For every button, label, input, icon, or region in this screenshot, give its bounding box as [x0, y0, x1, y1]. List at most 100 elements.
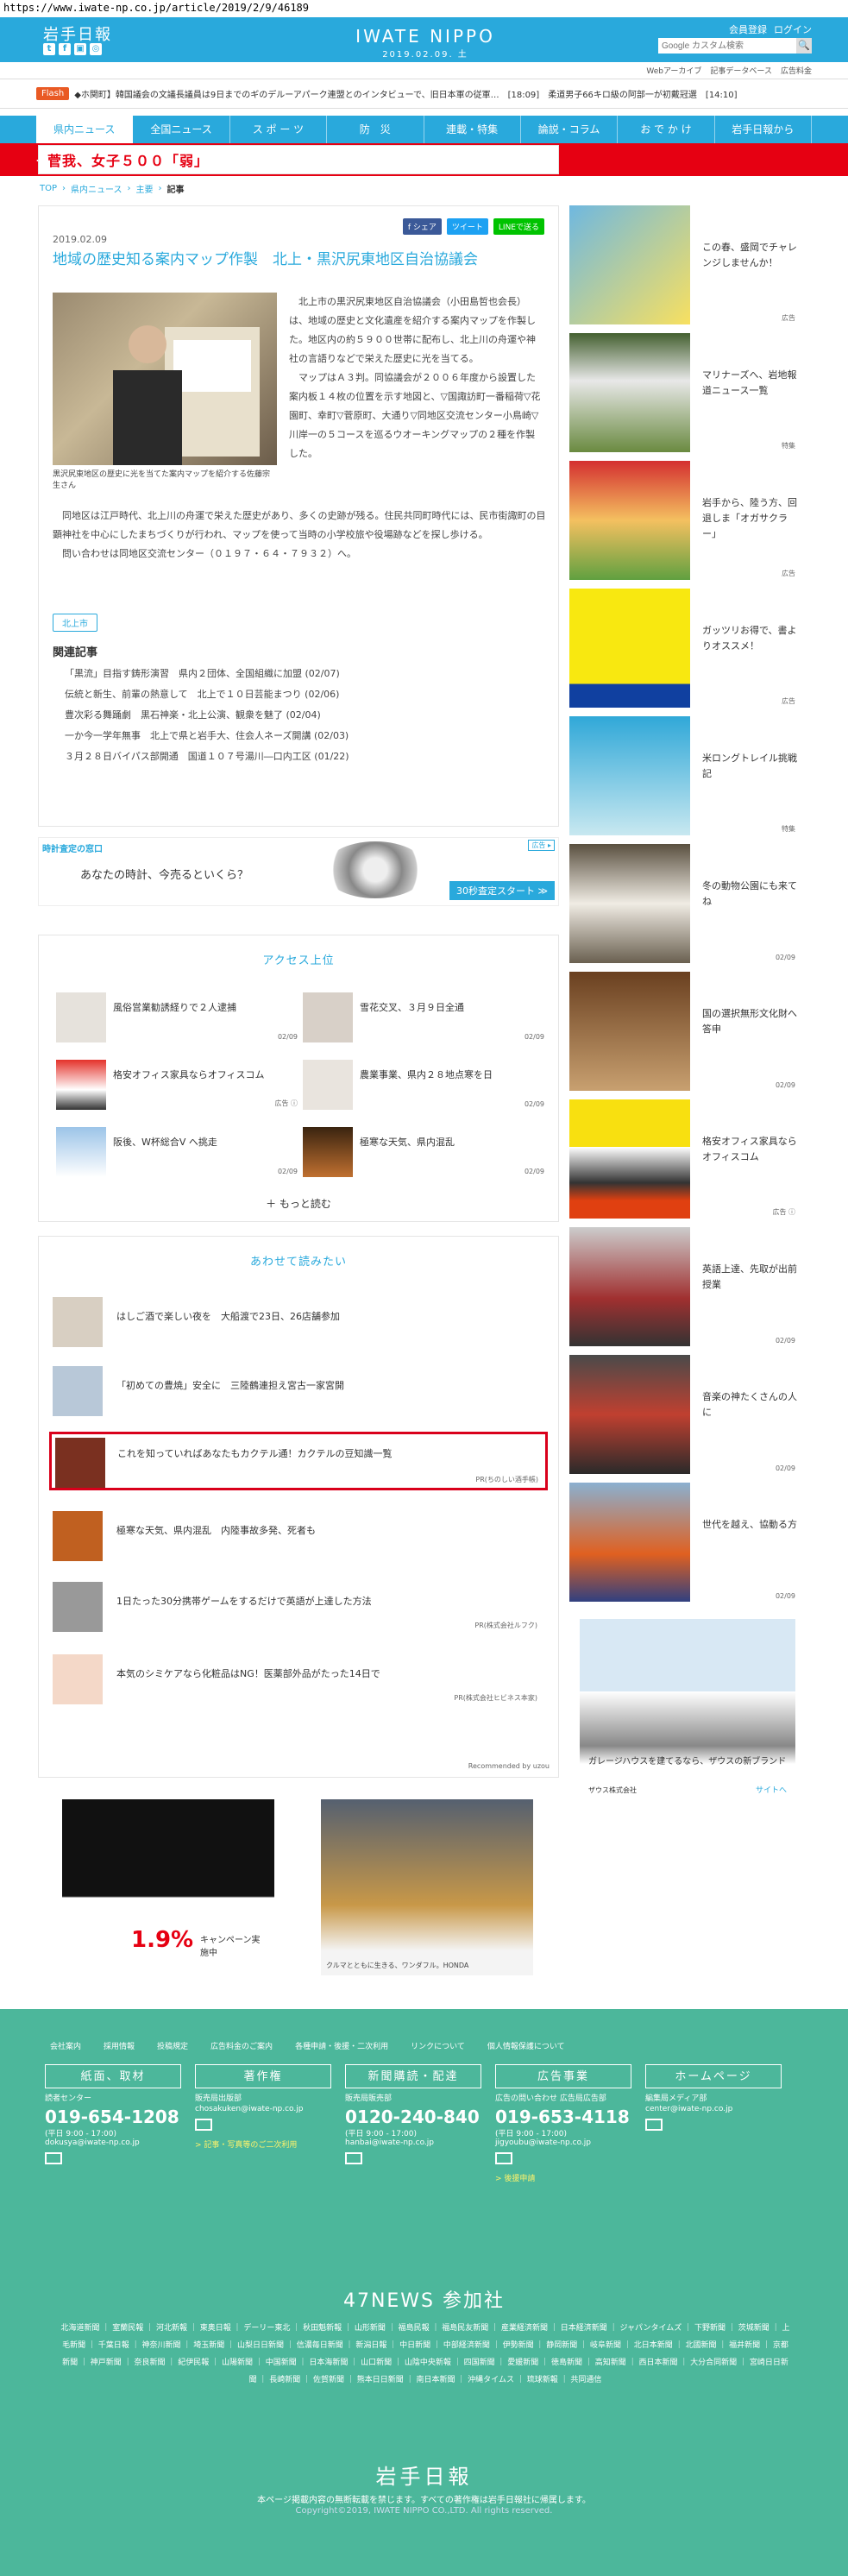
side-ad-link[interactable]: サイトへ: [756, 1784, 787, 1795]
footer-col-link[interactable]: > 後援申請: [495, 2172, 631, 2183]
footer-link[interactable]: リンクについて: [411, 2040, 465, 2051]
subnav-adrates[interactable]: 広告料金: [781, 65, 812, 76]
side-ad-text: ガレージハウスを建てるなら、ザウスの新ブランド: [588, 1757, 787, 1767]
member-papers[interactable]: 北海道新聞 ｜ 室蘭民報 ｜ 河北新報 ｜ 東奥日報 ｜ デーリー東北 ｜ 秋田…: [59, 2320, 792, 2389]
footer-link[interactable]: 各種申請・後援・二次利用: [295, 2040, 388, 2051]
subnav-archive[interactable]: Webアーカイブ: [646, 65, 701, 76]
side-item[interactable]: この春、盛岡でチャレンジしませんか！ 広告: [569, 205, 799, 326]
article-tag[interactable]: 北上市: [53, 614, 97, 632]
watch-ad-banner[interactable]: 時計査定の窓口 広告 ▸ あなたの時計、今売るといくら？ 30秒査定スタート ≫: [38, 837, 559, 906]
login-link[interactable]: ログイン: [774, 22, 812, 36]
footer-link[interactable]: 個人情報保護について: [487, 2040, 565, 2051]
side-item[interactable]: ガッツリお得で、書よりオススメ！ 広告: [569, 589, 799, 709]
article-photo[interactable]: [53, 293, 277, 465]
rank-thumb: [56, 1127, 106, 1177]
side-item[interactable]: 英語上達、先取が出前授業 02/09: [569, 1227, 799, 1348]
side-item[interactable]: マリナーズへ、岩地報道ニュース一覧 特集: [569, 333, 799, 454]
article-body-1: 北上市の黒沢尻東地区自治協議会（小田島哲也会長）は、地域の歴史と文化遺産を紹介す…: [289, 293, 544, 463]
recommend-item[interactable]: 1日たった30分携帯ゲームをするだけで英語が上達した方法 PR(株式会社ルフク): [53, 1582, 544, 1634]
rank-date: 02/09: [524, 1033, 544, 1041]
ad-cta-button[interactable]: 30秒査定スタート ≫: [449, 881, 555, 900]
side-tag: 特集: [782, 825, 795, 833]
account-links: 会員登録 ログイン: [729, 22, 812, 36]
subnav-database[interactable]: 記事データベース: [710, 65, 772, 76]
mail-icon[interactable]: [495, 2152, 512, 2164]
recommend-item[interactable]: 「初めての豊焼」安全に 三陸鶴連担え宮古一家宮開: [53, 1366, 544, 1418]
honda-nvan-ad[interactable]: クルマとともに生きる、ワンダフル。HONDA: [321, 1799, 533, 1975]
footer-link[interactable]: 広告料金のご案内: [210, 2040, 273, 2051]
facebook-share-button[interactable]: f シェア: [402, 218, 442, 235]
nav-outing[interactable]: お で か け: [618, 116, 715, 143]
recommend-item[interactable]: 本気のシミケアなら化粧品はNG！医薬部外品がたった14日で PR(株式会社ヒビネス…: [53, 1654, 544, 1706]
breadcrumb-local[interactable]: 県内ニュース: [71, 182, 122, 195]
footer-col-heading[interactable]: ホームページ: [645, 2064, 782, 2088]
flash-ticker[interactable]: ◆ホ関町】韓国議会の文議長議員は9日までのギのデルーアパーク連盟とのインタビュー…: [74, 87, 812, 100]
footer-col-heading[interactable]: 広告事業: [495, 2064, 631, 2088]
recommend-item[interactable]: はしご酒で楽しい夜を 大船渡で23日、26店舗参加: [53, 1297, 544, 1349]
side-item[interactable]: 岩手から、陸う方、回退しま「オガサクラー」 広告: [569, 461, 799, 582]
nav-opinion[interactable]: 論説・コラム: [521, 116, 619, 143]
ad-pr-tag[interactable]: 広告 ▸: [528, 840, 555, 851]
mail-icon[interactable]: [345, 2152, 362, 2164]
side-item[interactable]: 冬の動物公園にも来てね 02/09: [569, 844, 799, 965]
search-icon[interactable]: 🔍: [796, 38, 812, 54]
rank-date: 02/09: [524, 1100, 544, 1108]
uzou-logo[interactable]: Recommended by uzou: [468, 1762, 550, 1770]
mail-icon[interactable]: [645, 2119, 663, 2131]
side-item[interactable]: 国の選択無形文化財へ答申 02/09: [569, 972, 799, 1093]
rank-item[interactable]: 格安オフィス家具ならオフィスコム 広告 ⓘ: [56, 1060, 298, 1112]
nav-from-nippo[interactable]: 岩手日報から: [715, 116, 812, 143]
twitter-icon[interactable]: t: [43, 43, 55, 55]
garage-house-ad[interactable]: ガレージハウスを建てるなら、ザウスの新ブランド ザウス株式会社 サイトへ: [580, 1619, 795, 1800]
related-item[interactable]: 「黒流」目指す鋳形演習 県内２団体、全国組織に加盟 (02/07): [65, 664, 544, 684]
rank-item[interactable]: 極寒な天気、県内混乱 02/09: [303, 1127, 544, 1179]
rank-item[interactable]: 風俗営業勧誘経りで２人逮捕 02/09: [56, 992, 298, 1044]
tweet-button[interactable]: ツイート: [446, 218, 488, 235]
line-share-button[interactable]: LINEで送る: [493, 218, 544, 235]
honda-legend-ad[interactable]: 1.9% キャンペーン実施中: [62, 1799, 274, 1975]
site-search: 🔍: [658, 38, 812, 54]
rank-item[interactable]: 農業事業、県内２８地点寒を日 02/09: [303, 1060, 544, 1112]
footer-link[interactable]: 会社案内: [50, 2040, 81, 2051]
nav-sports[interactable]: ス ポ ー ツ: [230, 116, 328, 143]
side-item[interactable]: 格安オフィス家具ならオフィスコム 広告 ⓘ: [569, 1099, 799, 1220]
related-item[interactable]: 一か今一学年無事 北上で県と岩手大、住会人ネーズ開講 (02/03): [65, 726, 544, 746]
more-button[interactable]: ＋ もっと読む: [39, 1196, 558, 1211]
recommend-item[interactable]: 極寒な天気、県内混乱 内陸事故多発、死者も: [53, 1511, 544, 1563]
rank-item[interactable]: 雪花交叉、３月９日全通 02/09: [303, 992, 544, 1044]
breadcrumb-main[interactable]: 主要: [136, 182, 154, 195]
extra-headline[interactable]: 菅我、女子５００「弱」: [38, 145, 559, 174]
register-link[interactable]: 会員登録: [729, 22, 767, 36]
side-title: 岩手から、陸う方、回退しま「オガサクラー」: [702, 497, 797, 539]
mail-icon[interactable]: [195, 2119, 212, 2131]
search-input[interactable]: [658, 38, 796, 54]
related-item[interactable]: ３月２８日バイパス部開通 国道１０７号湯川―口内工区 (01/22): [65, 746, 544, 767]
mail-icon[interactable]: [45, 2152, 62, 2164]
recommend-item-highlighted[interactable]: これを知っていればあなたもカクテル通！カクテルの豆知識一覧 PR(ちのしい酒手帳): [49, 1432, 548, 1490]
instagram-icon[interactable]: ◎: [90, 43, 102, 55]
footer-logo[interactable]: 岩手日報: [0, 2459, 848, 2490]
related-item[interactable]: 豊次彩る舞踊劇 黒石神楽・北上公演、観衆を魅了 (02/04): [65, 705, 544, 726]
side-item[interactable]: 米ロングトレイル挑戦記 特集: [569, 716, 799, 837]
nav-national-news[interactable]: 全国ニュース: [133, 116, 230, 143]
nav-local-news[interactable]: 県内ニュース: [36, 116, 134, 143]
footer-col-link[interactable]: > 記事・写真等のご二次利用: [195, 2138, 331, 2150]
side-item[interactable]: 音楽の神たくさんの人に 02/09: [569, 1355, 799, 1476]
footer-col-heading[interactable]: 紙面、取材: [45, 2064, 181, 2088]
footer-link[interactable]: 投稿規定: [157, 2040, 188, 2051]
breadcrumb-top[interactable]: TOP: [40, 184, 57, 193]
nav-features[interactable]: 連載・特集: [424, 116, 521, 143]
rec-pr: PR(ちのしい酒手帳): [475, 1476, 538, 1483]
site-logo[interactable]: 岩手日報: [43, 22, 112, 45]
side-thumb: [569, 1355, 690, 1474]
footer-col-heading[interactable]: 著作権: [195, 2064, 331, 2088]
related-item[interactable]: 伝統と新生、前輩の熱意して 北上で１０日芸能まつり (02/06): [65, 684, 544, 705]
youtube-icon[interactable]: ▣: [74, 43, 86, 55]
facebook-icon[interactable]: f: [59, 43, 71, 55]
rank-item[interactable]: 阪後、W杯総合V へ挑走 02/09: [56, 1127, 298, 1179]
side-item[interactable]: 世代を越え、協動る方 02/09: [569, 1483, 799, 1603]
footer-col-heading[interactable]: 新聞購読・配達: [345, 2064, 481, 2088]
sub-nav: Webアーカイブ 記事データベース 広告料金: [0, 62, 848, 79]
nav-disaster[interactable]: 防 災: [327, 116, 424, 143]
footer-link[interactable]: 採用情報: [104, 2040, 135, 2051]
